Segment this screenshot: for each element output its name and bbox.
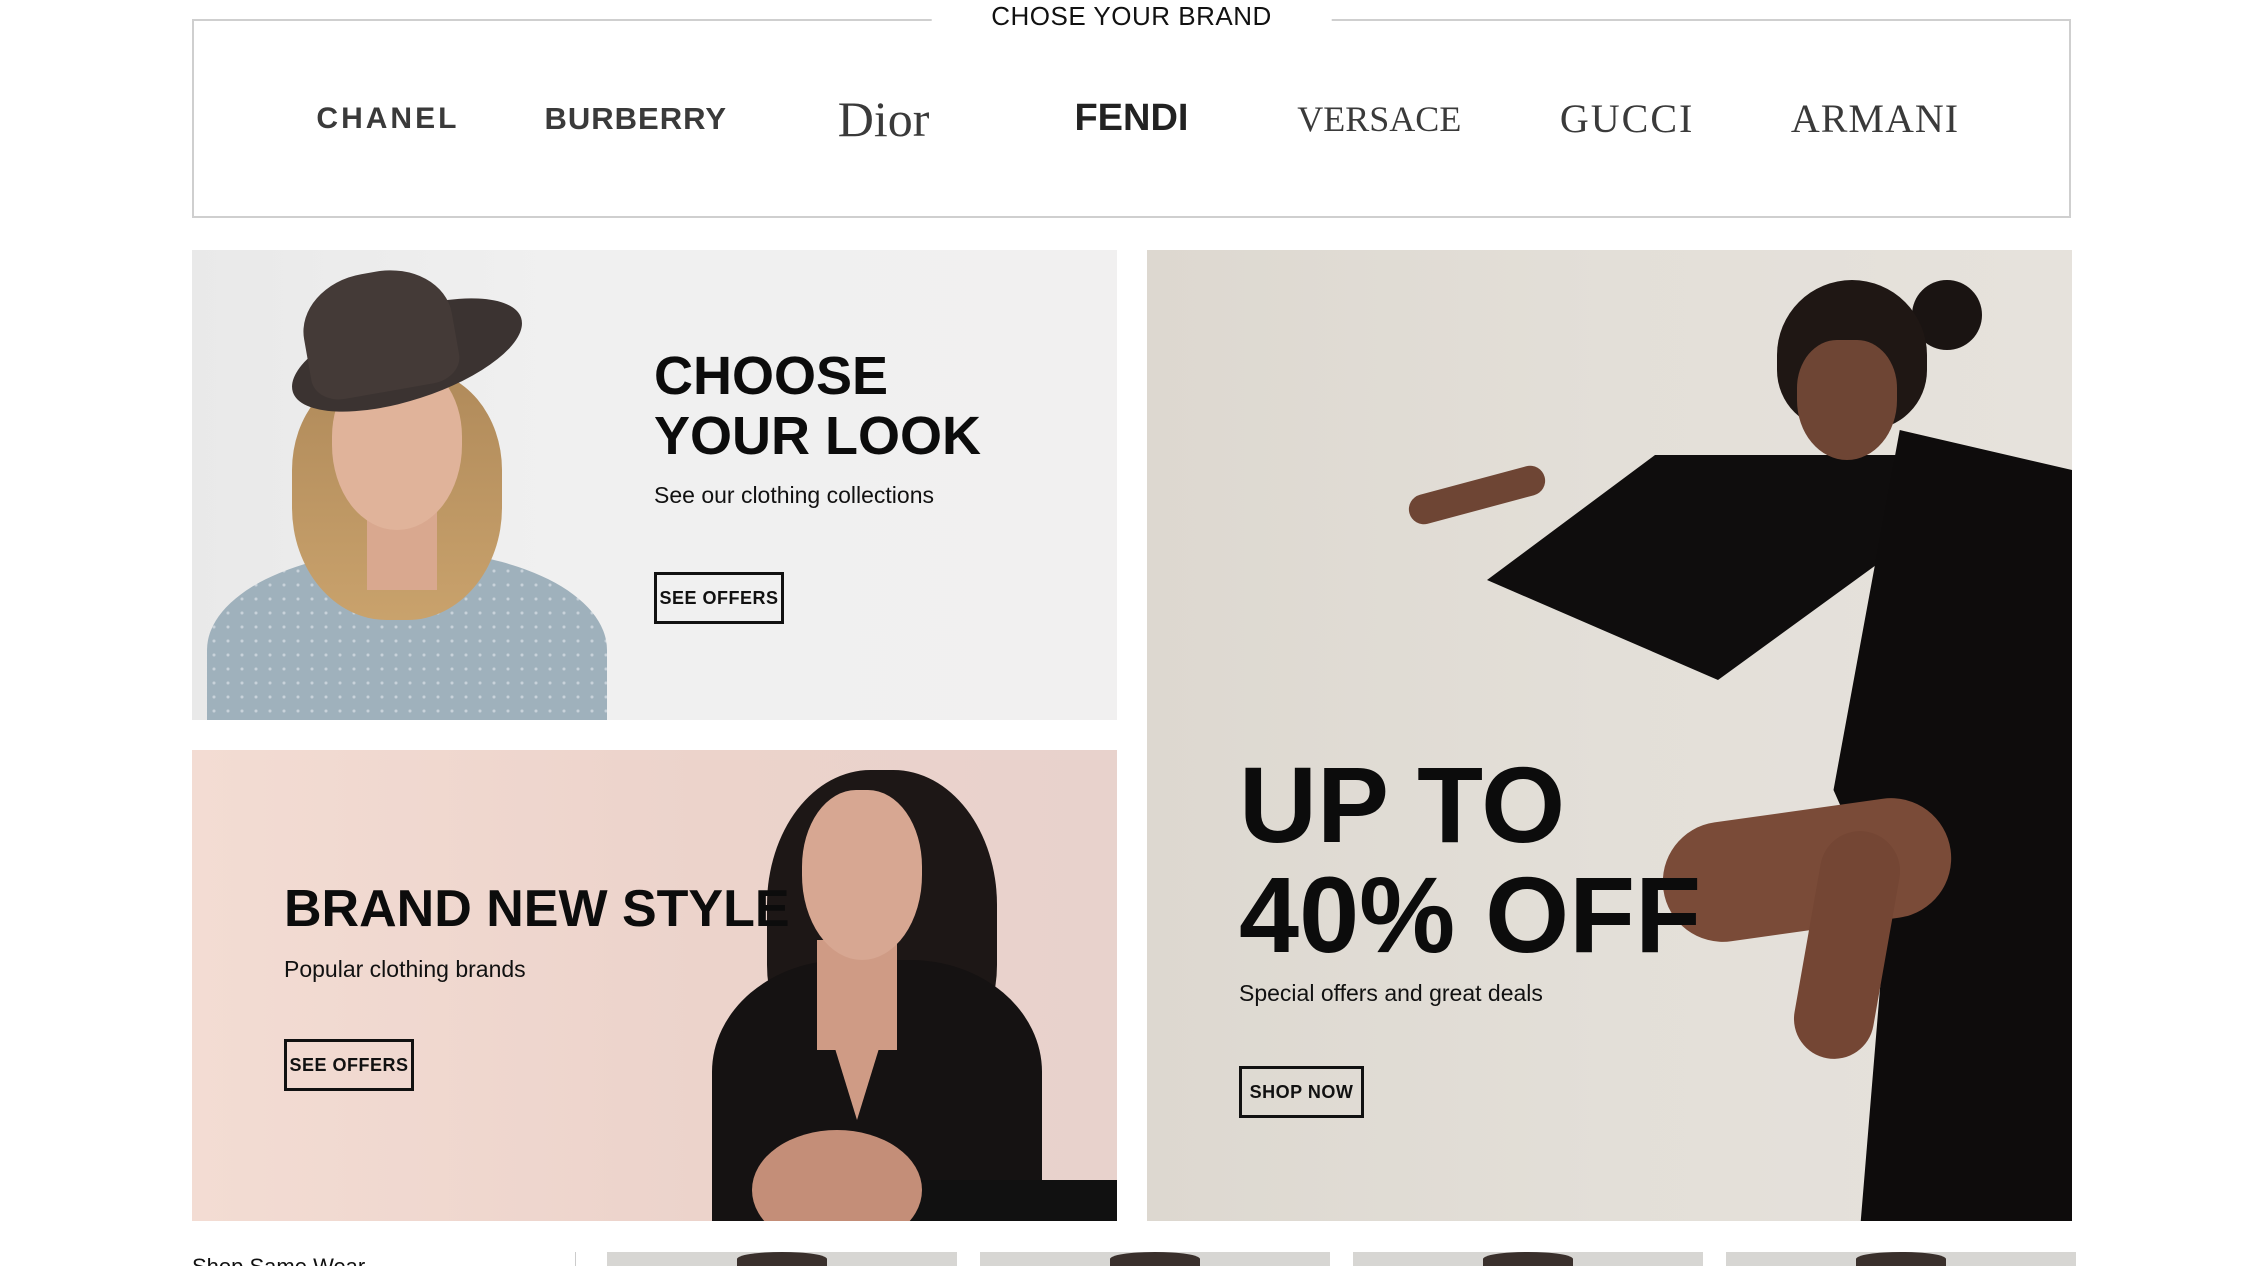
banner-choose-your-look: CHOOSE YOUR LOOK See our clothing collec… xyxy=(192,250,1117,720)
brand-logo-gucci[interactable]: GUCCI xyxy=(1517,95,1737,142)
model-face xyxy=(802,790,922,960)
banner-brand-new-style: BRAND NEW STYLE Popular clothing brands … xyxy=(192,750,1117,1221)
product-thumbnail[interactable] xyxy=(1353,1252,1703,1266)
brand-logo-burberry[interactable]: BURBERRY xyxy=(526,101,746,137)
model-image-black-dress-woman xyxy=(1487,455,1907,680)
brand-logo-armani[interactable]: ARMANI xyxy=(1765,95,1985,142)
model-face xyxy=(1797,340,1897,460)
banner-subtitle: Popular clothing brands xyxy=(284,956,526,982)
product-thumbnail[interactable] xyxy=(607,1252,957,1266)
product-thumbnail[interactable] xyxy=(980,1252,1330,1266)
sale-subtitle: Special offers and great deals xyxy=(1239,980,1543,1006)
page: CHOSE YOUR BRAND CHANEL BURBERRY Dior FE… xyxy=(0,0,2253,1266)
brand-logo-row: CHANEL BURBERRY Dior FENDI VERSACE GUCCI… xyxy=(194,21,2069,216)
banner-subtitle: See our clothing collections xyxy=(654,482,934,508)
model-seat xyxy=(892,1180,1117,1221)
product-thumbnail[interactable] xyxy=(1726,1252,2076,1266)
section-heading-shop-same-wear: Shop Same Wear xyxy=(192,1254,365,1266)
brand-logo-chanel[interactable]: CHANEL xyxy=(278,102,498,136)
banner-sale: UP TO 40% OFF Special offers and great d… xyxy=(1147,250,2072,1221)
brand-logo-dior[interactable]: Dior xyxy=(774,90,994,148)
banner-headline: CHOOSE YOUR LOOK xyxy=(654,346,982,467)
brand-logo-fendi[interactable]: FENDI xyxy=(1021,97,1241,140)
section-divider xyxy=(575,1252,576,1266)
banner-headline: BRAND NEW STYLE xyxy=(284,880,790,938)
brand-strip: CHOSE YOUR BRAND CHANEL BURBERRY Dior FE… xyxy=(192,1,2071,218)
sale-headline: UP TO 40% OFF xyxy=(1239,744,1702,976)
brand-logo-versace[interactable]: VERSACE xyxy=(1269,98,1489,140)
model-arm xyxy=(1405,462,1549,528)
shop-now-button[interactable]: SHOP NOW xyxy=(1239,1066,1364,1118)
see-offers-button[interactable]: SEE OFFERS xyxy=(654,572,784,624)
see-offers-button[interactable]: SEE OFFERS xyxy=(284,1039,414,1091)
